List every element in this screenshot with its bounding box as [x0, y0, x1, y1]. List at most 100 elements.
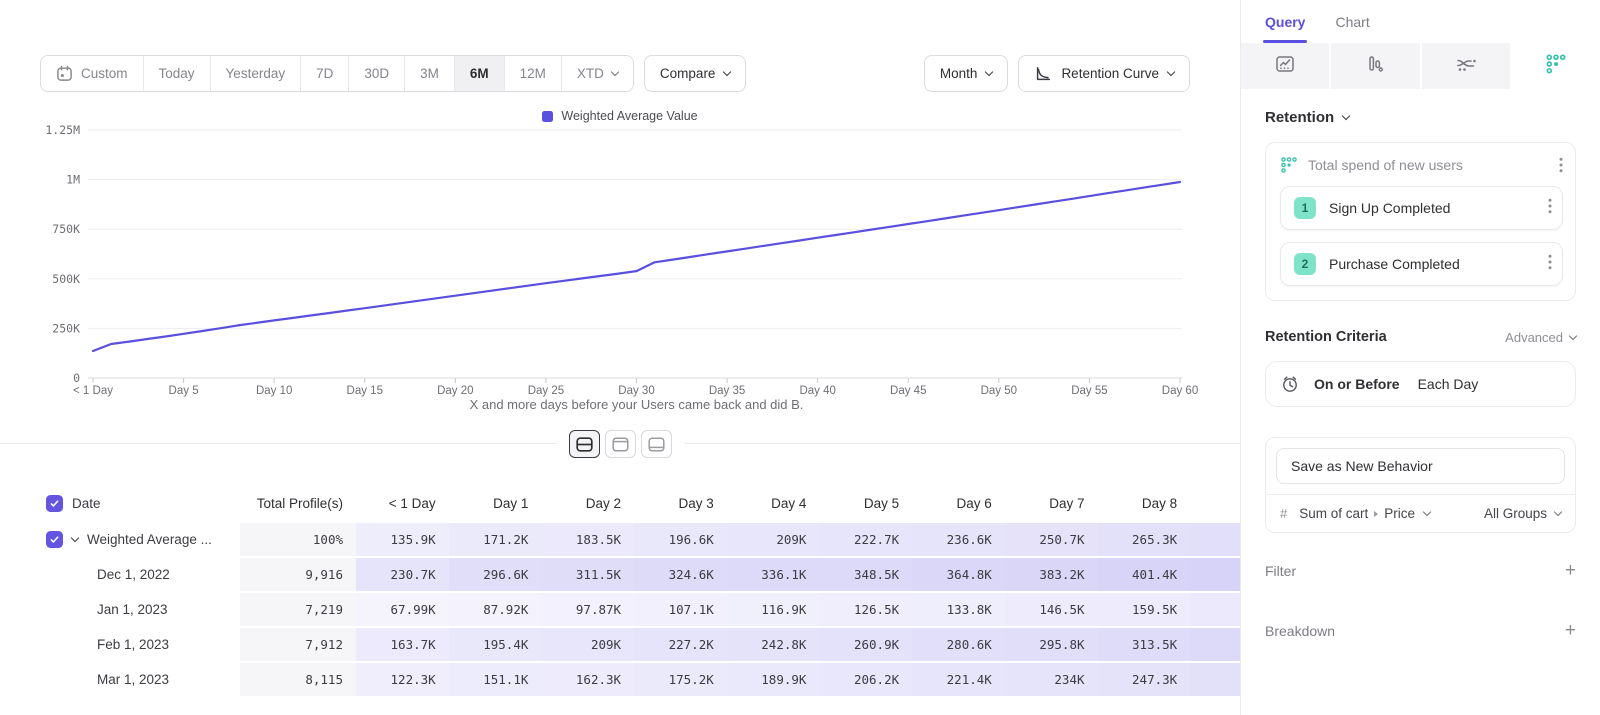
- range-12m[interactable]: 12M: [505, 56, 562, 91]
- select-all-checkbox[interactable]: [46, 495, 63, 512]
- chart-type-button[interactable]: Retention Curve: [1018, 55, 1190, 92]
- value-cell[interactable]: 260.9K: [819, 628, 912, 661]
- value-cell[interactable]: 324.6K: [634, 558, 727, 591]
- value-cell[interactable]: 175.2K: [634, 663, 727, 696]
- value-cell[interactable]: 242.8K: [727, 628, 820, 661]
- value-cell[interactable]: 221.4K: [912, 663, 1005, 696]
- value-cell[interactable]: 107.1K: [634, 593, 727, 626]
- value-cell[interactable]: 336.1K: [727, 558, 820, 591]
- value-cell[interactable]: 122.3K: [356, 663, 449, 696]
- value-cell[interactable]: 311.5K: [541, 558, 634, 591]
- value-cell[interactable]: 247.3K: [1098, 663, 1191, 696]
- add-filter-button[interactable]: +: [1565, 564, 1576, 578]
- value-cell[interactable]: 171.2K: [449, 523, 542, 556]
- total-profiles-cell[interactable]: 9,916: [240, 558, 356, 591]
- value-cell[interactable]: 295.8K: [1005, 628, 1098, 661]
- value-cell[interactable]: 280.6K: [912, 628, 1005, 661]
- kebab-menu-icon[interactable]: [1548, 254, 1552, 275]
- value-cell[interactable]: 364.8K: [912, 558, 1005, 591]
- total-profiles-cell[interactable]: 100%: [240, 523, 356, 556]
- tab-insights[interactable]: [1241, 43, 1329, 89]
- criteria-card[interactable]: On or Before Each Day: [1265, 361, 1576, 407]
- behavior-step-2[interactable]: 2Purchase Completed: [1280, 242, 1563, 286]
- value-cell[interactable]: 401.4K: [1098, 558, 1191, 591]
- tab-funnels[interactable]: [1331, 43, 1419, 89]
- value-cell-clipped[interactable]: [1190, 523, 1240, 556]
- tab-chart[interactable]: Chart: [1335, 14, 1369, 43]
- value-cell[interactable]: 209K: [727, 523, 820, 556]
- range-30d[interactable]: 30D: [349, 56, 405, 91]
- tab-retention[interactable]: [1512, 43, 1600, 89]
- measure-dropdown[interactable]: Sum of cart Price: [1299, 506, 1430, 521]
- row-checkbox[interactable]: [46, 531, 63, 548]
- value-cell[interactable]: 189.9K: [727, 663, 820, 696]
- retention-curve-icon: [1034, 65, 1052, 83]
- row-label-cell[interactable]: Feb 1, 2023: [40, 628, 240, 661]
- row-label-cell[interactable]: Dec 1, 2022: [40, 558, 240, 591]
- range-3m[interactable]: 3M: [405, 56, 455, 91]
- layout-split-button[interactable]: [569, 430, 600, 458]
- value-cell[interactable]: 230.7K: [356, 558, 449, 591]
- tab-flows[interactable]: [1422, 43, 1510, 89]
- row-label-cell[interactable]: Jan 1, 2023: [40, 593, 240, 626]
- value-cell[interactable]: 163.7K: [356, 628, 449, 661]
- value-cell[interactable]: 383.2K: [1005, 558, 1098, 591]
- tab-query[interactable]: Query: [1265, 14, 1305, 43]
- value-cell[interactable]: 87.92K: [449, 593, 542, 626]
- total-profiles-cell[interactable]: 7,912: [240, 628, 356, 661]
- compare-button[interactable]: Compare: [644, 55, 747, 92]
- value-cell[interactable]: 183.5K: [541, 523, 634, 556]
- range-6m[interactable]: 6M: [455, 56, 505, 91]
- row-label-cell[interactable]: Weighted Average ...: [40, 523, 240, 556]
- add-breakdown-button[interactable]: +: [1565, 624, 1576, 638]
- range-xtd[interactable]: XTD: [562, 56, 633, 91]
- value-cell[interactable]: 236.6K: [912, 523, 1005, 556]
- row-label-cell[interactable]: Mar 1, 2023: [40, 663, 240, 696]
- range-today[interactable]: Today: [144, 56, 211, 91]
- range-yesterday[interactable]: Yesterday: [211, 56, 302, 91]
- value-cell[interactable]: 196.6K: [634, 523, 727, 556]
- total-profiles-cell[interactable]: 8,115: [240, 663, 356, 696]
- value-cell[interactable]: 195.4K: [449, 628, 542, 661]
- value-cell[interactable]: 159.5K: [1098, 593, 1191, 626]
- value-cell[interactable]: 206.2K: [819, 663, 912, 696]
- svg-text:750K: 750K: [52, 222, 80, 236]
- layout-chart-button[interactable]: [605, 430, 636, 458]
- layout-table-button[interactable]: [641, 430, 672, 458]
- value-cell[interactable]: 250.7K: [1005, 523, 1098, 556]
- kebab-menu-icon[interactable]: [1548, 198, 1552, 219]
- value-cell[interactable]: 126.5K: [819, 593, 912, 626]
- granularity-button[interactable]: Month: [924, 55, 1009, 92]
- value-cell[interactable]: 67.99K: [356, 593, 449, 626]
- legend-swatch[interactable]: [542, 111, 553, 122]
- value-cell[interactable]: 133.8K: [912, 593, 1005, 626]
- range-custom[interactable]: Custom: [41, 56, 144, 91]
- value-cell[interactable]: 296.6K: [449, 558, 542, 591]
- value-cell[interactable]: 313.5K: [1098, 628, 1191, 661]
- total-profiles-cell[interactable]: 7,219: [240, 593, 356, 626]
- value-cell[interactable]: 209K: [541, 628, 634, 661]
- value-cell-clipped[interactable]: [1190, 663, 1240, 696]
- value-cell-clipped[interactable]: [1190, 558, 1240, 591]
- report-type-dropdown[interactable]: Retention: [1265, 109, 1576, 126]
- range-7d[interactable]: 7D: [301, 56, 349, 91]
- value-cell-clipped[interactable]: [1190, 593, 1240, 626]
- value-cell[interactable]: 222.7K: [819, 523, 912, 556]
- kebab-menu-icon[interactable]: [1559, 157, 1563, 173]
- expand-chevron-icon[interactable]: [71, 534, 79, 542]
- criteria-mode-dropdown[interactable]: Advanced: [1505, 330, 1576, 345]
- value-cell[interactable]: 97.87K: [541, 593, 634, 626]
- value-cell[interactable]: 151.1K: [449, 663, 542, 696]
- value-cell[interactable]: 116.9K: [727, 593, 820, 626]
- value-cell[interactable]: 146.5K: [1005, 593, 1098, 626]
- behavior-step-1[interactable]: 1Sign Up Completed: [1280, 186, 1563, 230]
- value-cell[interactable]: 348.5K: [819, 558, 912, 591]
- value-cell[interactable]: 227.2K: [634, 628, 727, 661]
- value-cell-clipped[interactable]: [1190, 628, 1240, 661]
- value-cell[interactable]: 234K: [1005, 663, 1098, 696]
- groups-dropdown[interactable]: All Groups: [1484, 506, 1561, 521]
- value-cell[interactable]: 135.9K: [356, 523, 449, 556]
- save-behavior-button[interactable]: Save as New Behavior: [1276, 448, 1565, 484]
- value-cell[interactable]: 265.3K: [1098, 523, 1191, 556]
- value-cell[interactable]: 162.3K: [541, 663, 634, 696]
